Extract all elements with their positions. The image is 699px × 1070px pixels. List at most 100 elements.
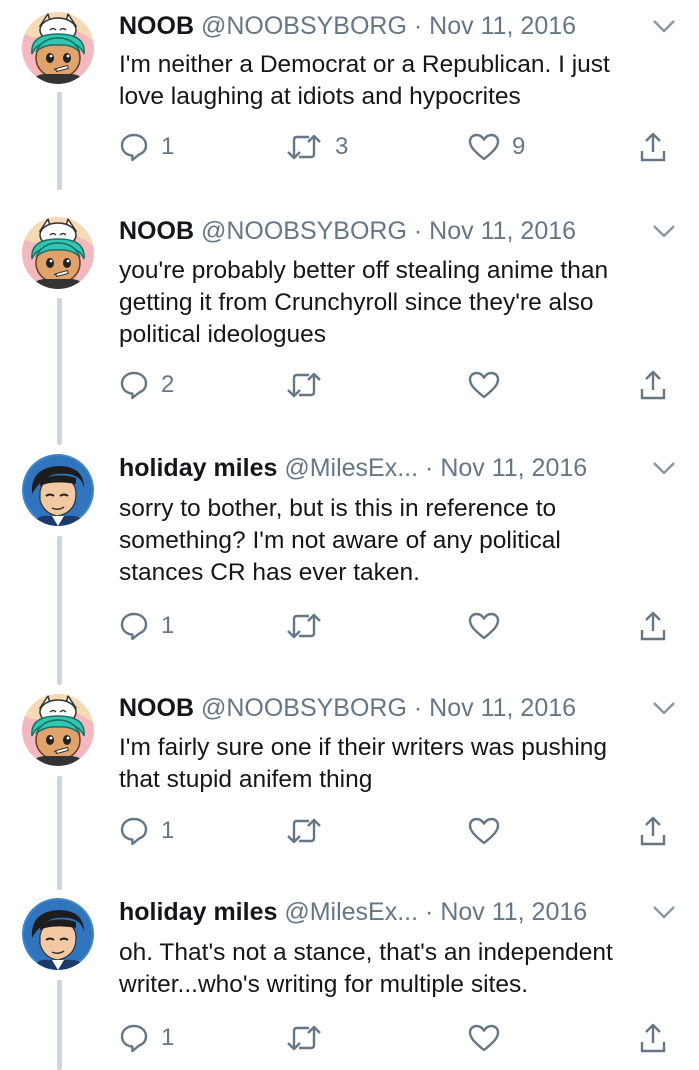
reply-icon [119, 816, 149, 846]
reply-button[interactable]: 1 [119, 609, 174, 643]
like-button[interactable] [468, 814, 512, 848]
reply-button[interactable]: 2 [119, 368, 174, 402]
user-handle[interactable]: @NOOBSYBORG [201, 12, 407, 40]
reply-button[interactable]: 1 [119, 130, 174, 164]
avatar[interactable] [22, 898, 94, 970]
tweet-text-line: oh. That's not a stance, that's an indep… [119, 939, 613, 966]
like-button[interactable]: 9 [468, 130, 525, 164]
reply-icon [119, 132, 149, 162]
tweet-text-line: that stupid anifem thing [119, 766, 373, 793]
retweet-icon [285, 132, 323, 162]
retweet-button[interactable]: 3 [285, 130, 348, 164]
display-name[interactable]: NOOB [119, 12, 194, 40]
display-name[interactable]: holiday miles [119, 898, 277, 926]
tweet-text: I'm neither a Democrat or a Republican. … [119, 49, 679, 113]
avatar[interactable] [22, 217, 94, 289]
reply-icon [119, 611, 149, 641]
reply-icon [119, 1023, 149, 1053]
tweet-date[interactable]: Nov 11, 2016 [429, 217, 576, 245]
share-icon [638, 131, 668, 163]
tweet-date[interactable]: Nov 11, 2016 [429, 694, 576, 722]
heart-icon [468, 816, 500, 846]
tweet-date[interactable]: Nov 11, 2016 [440, 898, 587, 926]
tweet-text-line: writer...who's writing for multiple site… [119, 971, 529, 998]
display-name[interactable]: NOOB [119, 217, 194, 245]
reply-count: 1 [161, 1024, 175, 1051]
reply-button[interactable]: 1 [119, 1021, 174, 1055]
tweet-header: holiday miles @MilesEx... · Nov 11, 2016 [119, 453, 679, 483]
tweet-actions: 1 3 9 [119, 130, 679, 164]
thread-line [57, 980, 62, 1070]
display-name[interactable]: holiday miles [119, 454, 277, 482]
like-button[interactable] [468, 609, 512, 643]
thread-line [57, 92, 62, 190]
chevron-down-icon[interactable] [649, 13, 679, 39]
tweet-text-line: stances CR has ever taken. [119, 559, 420, 586]
user-handle[interactable]: @MilesEx... [284, 454, 418, 482]
tweet-text-line: I'm neither a Democrat or a Republican. … [119, 51, 610, 78]
separator-dot: · [425, 454, 434, 482]
tweet-text: I'm fairly sure one if their writers was… [119, 732, 679, 796]
tweet-text: oh. That's not a stance, that's an indep… [119, 937, 679, 1001]
tweet-text-line: political ideologues [119, 321, 327, 348]
share-button[interactable] [638, 1021, 668, 1055]
separator-dot: · [413, 217, 423, 245]
tweet-text-line: sorry to bother, but is this in referenc… [119, 495, 557, 522]
tweet-text: sorry to bother, but is this in referenc… [119, 493, 679, 589]
chevron-down-icon[interactable] [649, 899, 679, 925]
share-icon [638, 369, 668, 401]
reply-icon [119, 370, 149, 400]
thread-line [57, 536, 62, 685]
tweet-actions: 1 [119, 814, 679, 848]
tweet-header: NOOB @NOOBSYBORG · Nov 11, 2016 [119, 693, 679, 723]
user-handle[interactable]: @NOOBSYBORG [201, 217, 407, 245]
heart-icon [468, 132, 500, 162]
like-button[interactable] [468, 1021, 512, 1055]
tweet-actions: 1 [119, 1021, 679, 1055]
retweet-button[interactable] [285, 609, 335, 643]
retweet-button[interactable] [285, 814, 335, 848]
avatar[interactable] [22, 12, 94, 84]
share-icon [638, 815, 668, 847]
thread-line [57, 776, 62, 890]
retweet-icon [285, 816, 323, 846]
tweet-header: NOOB @NOOBSYBORG · Nov 11, 2016 [119, 11, 679, 41]
tweet-text-line: getting it from Crunchyroll since they'r… [119, 289, 594, 316]
retweet-count: 3 [335, 133, 349, 160]
tweet-actions: 1 [119, 609, 679, 643]
tweet-date[interactable]: Nov 11, 2016 [429, 12, 576, 40]
avatar[interactable] [22, 694, 94, 766]
retweet-button[interactable] [285, 1021, 335, 1055]
share-button[interactable] [638, 609, 668, 643]
tweet-date[interactable]: Nov 11, 2016 [440, 454, 587, 482]
reply-count: 1 [161, 612, 175, 639]
heart-icon [468, 611, 500, 641]
retweet-icon [285, 1023, 323, 1053]
share-button[interactable] [638, 130, 668, 164]
like-count: 9 [512, 133, 526, 160]
share-button[interactable] [638, 368, 668, 402]
user-handle[interactable]: @NOOBSYBORG [201, 694, 407, 722]
tweet-text-line: something? I'm not aware of any politica… [119, 527, 561, 554]
tweet-text: you're probably better off stealing anim… [119, 255, 679, 351]
tweet-text-line: love laughing at idiots and hypocrites [119, 83, 521, 110]
reply-count: 2 [161, 371, 175, 398]
separator-dot: · [413, 12, 423, 40]
reply-count: 1 [161, 133, 175, 160]
chevron-down-icon[interactable] [649, 695, 679, 721]
tweet-header: holiday miles @MilesEx... · Nov 11, 2016 [119, 897, 679, 927]
tweet-actions: 2 [119, 368, 679, 402]
tweet-text-line: you're probably better off stealing anim… [119, 257, 609, 284]
heart-icon [468, 370, 500, 400]
share-button[interactable] [638, 814, 668, 848]
separator-dot: · [425, 898, 434, 926]
retweet-button[interactable] [285, 368, 335, 402]
display-name[interactable]: NOOB [119, 694, 194, 722]
avatar[interactable] [22, 454, 94, 526]
chevron-down-icon[interactable] [649, 455, 679, 481]
user-handle[interactable]: @MilesEx... [284, 898, 418, 926]
like-button[interactable] [468, 368, 512, 402]
share-icon [638, 610, 668, 642]
reply-button[interactable]: 1 [119, 814, 174, 848]
chevron-down-icon[interactable] [649, 218, 679, 244]
